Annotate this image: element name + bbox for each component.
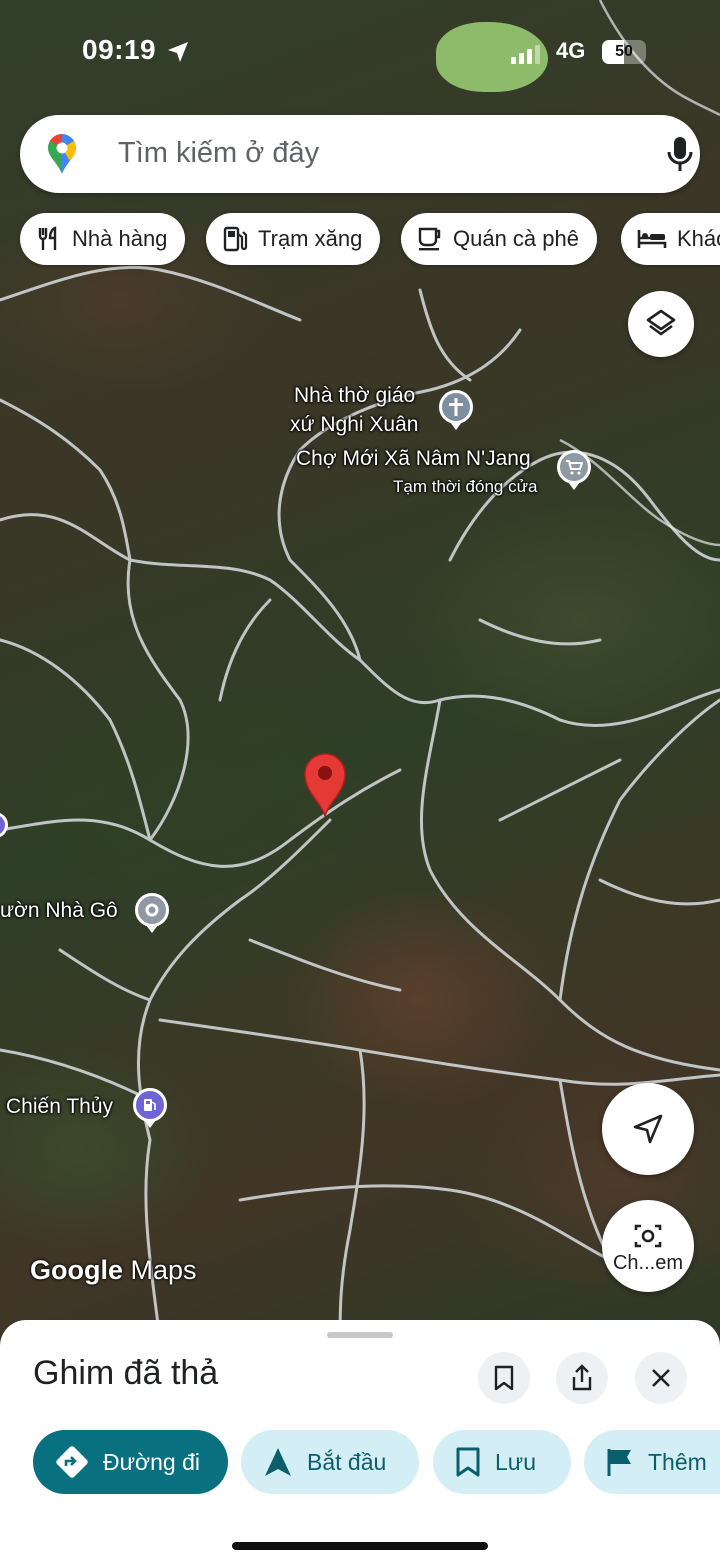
watermark-maps: Maps bbox=[130, 1255, 197, 1285]
save-icon-button[interactable] bbox=[478, 1352, 530, 1404]
dropped-pin-icon[interactable] bbox=[302, 752, 348, 818]
church-label-line2[interactable]: xứ Nghi Xuân bbox=[290, 410, 418, 439]
chip-more[interactable]: Khác bbox=[621, 213, 720, 265]
cellular-signal-icon bbox=[511, 45, 540, 64]
place-poi-icon[interactable] bbox=[135, 893, 169, 933]
status-time: 09:19 bbox=[82, 34, 157, 65]
maps-screen: Nhà thờ giáo xứ Nghi Xuân Chợ Mới Xã Nâm… bbox=[0, 0, 720, 1564]
battery-icon: 50 bbox=[602, 40, 646, 64]
market-label[interactable]: Chợ Mới Xã Nâm N'Jang bbox=[296, 444, 531, 473]
save-label: Lưu bbox=[495, 1448, 536, 1475]
directions-icon bbox=[56, 1446, 88, 1478]
bookmark-icon bbox=[494, 1365, 514, 1391]
navigation-arrow-icon bbox=[633, 1114, 663, 1144]
lens-label: Ch...em bbox=[612, 1251, 684, 1274]
garden-label[interactable]: ườn Nhà Gô bbox=[0, 896, 118, 925]
battery-percent: 50 bbox=[615, 43, 633, 60]
layers-icon bbox=[646, 309, 676, 336]
lens-button[interactable]: Ch...em bbox=[602, 1200, 694, 1292]
share-button[interactable] bbox=[556, 1352, 608, 1404]
google-maps-watermark: Google Maps bbox=[30, 1255, 197, 1286]
layers-button[interactable] bbox=[628, 291, 694, 357]
coffee-icon bbox=[418, 227, 441, 251]
google-maps-pin-icon bbox=[48, 134, 76, 174]
close-button[interactable] bbox=[635, 1352, 687, 1404]
camera-lens-icon bbox=[634, 1224, 662, 1247]
flag-icon bbox=[607, 1449, 631, 1476]
bookmark-icon bbox=[456, 1447, 480, 1477]
gas-station-label[interactable]: Chiến Thủy bbox=[6, 1092, 113, 1121]
network-type: 4G bbox=[556, 38, 586, 63]
sheet-title: Ghim đã thả bbox=[33, 1354, 219, 1392]
shopping-cart-poi-icon[interactable] bbox=[557, 450, 591, 490]
close-icon bbox=[652, 1369, 670, 1387]
more-button[interactable]: Thêm bbox=[584, 1430, 720, 1494]
share-icon bbox=[572, 1364, 592, 1391]
chip-label: Khác bbox=[677, 226, 720, 251]
directions-button[interactable]: Đường đi bbox=[33, 1430, 228, 1494]
directions-label: Đường đi bbox=[103, 1448, 200, 1475]
chip-restaurant[interactable]: Nhà hàng bbox=[20, 213, 186, 265]
watermark-google: Google bbox=[30, 1255, 123, 1285]
start-label: Bắt đầu bbox=[307, 1448, 387, 1475]
search-bar[interactable]: Tìm kiếm ở đây bbox=[20, 115, 700, 193]
dropped-pin-sheet[interactable]: Ghim đã thả Đường đi Bắt đầu Lưu Thêm bbox=[0, 1320, 720, 1564]
location-arrow-icon bbox=[168, 42, 188, 62]
more-label: Thêm bbox=[648, 1448, 707, 1475]
restaurant-icon bbox=[38, 226, 57, 250]
chip-label: Nhà hàng bbox=[72, 226, 168, 251]
church-label-line1[interactable]: Nhà thờ giáo bbox=[294, 381, 415, 410]
hotel-icon bbox=[637, 230, 667, 248]
chip-label: Quán cà phê bbox=[453, 226, 579, 251]
chip-coffee[interactable]: Quán cà phê bbox=[401, 213, 597, 265]
church-poi-icon[interactable] bbox=[439, 390, 473, 430]
gas-station-icon bbox=[223, 226, 248, 252]
chip-gas-station[interactable]: Trạm xăng bbox=[206, 213, 381, 265]
chip-label: Trạm xăng bbox=[258, 226, 363, 251]
market-status-label: Tạm thời đóng cửa bbox=[393, 477, 538, 496]
gas-station-poi-icon[interactable] bbox=[133, 1088, 167, 1128]
mic-icon[interactable] bbox=[666, 135, 694, 173]
home-indicator[interactable] bbox=[232, 1542, 488, 1550]
search-input[interactable]: Tìm kiếm ở đây bbox=[118, 137, 319, 170]
sheet-grabber[interactable] bbox=[327, 1332, 393, 1338]
start-button[interactable]: Bắt đầu bbox=[241, 1430, 419, 1494]
my-location-button[interactable] bbox=[602, 1083, 694, 1175]
save-button[interactable]: Lưu bbox=[433, 1430, 571, 1494]
navigation-arrow-icon bbox=[265, 1448, 291, 1476]
